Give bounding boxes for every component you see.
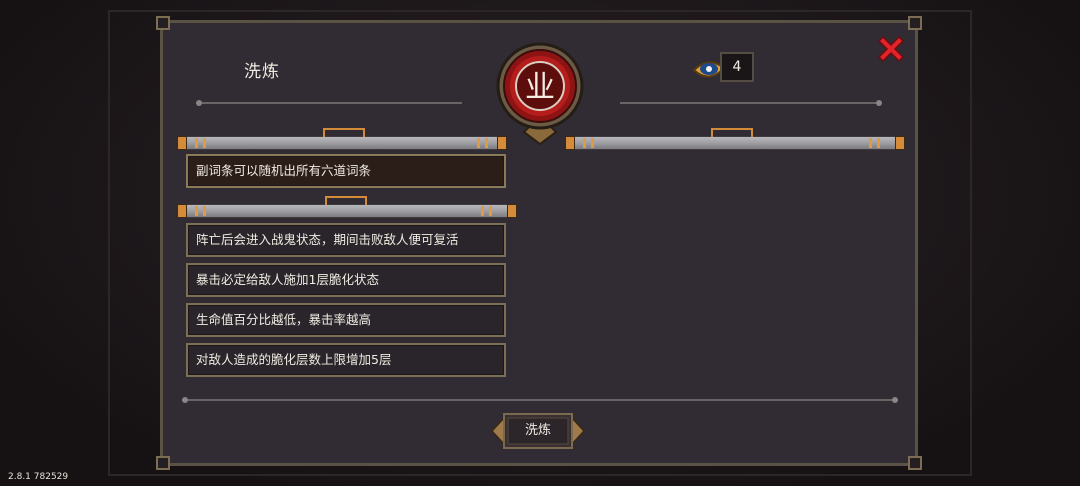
dialog-title: 洗炼 <box>244 62 280 82</box>
primary-trait-row: 副词条可以随机出所有六道词条 <box>186 154 506 188</box>
close-button[interactable] <box>876 34 906 64</box>
divider-dot <box>892 397 898 403</box>
header-divider-right <box>620 102 878 104</box>
divider-dot <box>196 100 202 106</box>
currency-count: 4 <box>720 52 754 82</box>
right-slot-bar <box>565 128 905 150</box>
emblem-badge: 业 <box>494 42 586 146</box>
footer-divider <box>186 399 896 401</box>
primary-slot-bar <box>177 128 507 150</box>
secondary-trait-row: 阵亡后会进入战鬼状态，期间击败敌人便可复活 <box>186 223 506 257</box>
divider-dot <box>876 100 882 106</box>
header-divider-left <box>200 102 462 104</box>
close-x-icon <box>877 35 905 63</box>
secondary-trait-row: 生命值百分比越低，暴击率越高 <box>186 303 506 337</box>
panel-corner <box>908 16 922 30</box>
secondary-trait-row: 暴击必定给敌人施加1层脆化状态 <box>186 263 506 297</box>
emblem-glyph: 业 <box>525 70 555 105</box>
currency-display: 4 <box>692 52 756 84</box>
divider-dot <box>182 397 188 403</box>
wash-button[interactable]: 洗炼 <box>490 410 586 452</box>
emblem-icon: 业 <box>496 42 584 146</box>
secondary-slot-bar <box>177 196 517 218</box>
panel-corner <box>908 456 922 470</box>
panel-corner <box>156 456 170 470</box>
version-label: 2.8.1 782529 <box>8 472 69 482</box>
wash-button-label: 洗炼 <box>524 423 551 438</box>
panel-corner <box>156 16 170 30</box>
secondary-trait-row: 对敌人造成的脆化层数上限增加5层 <box>186 343 506 377</box>
